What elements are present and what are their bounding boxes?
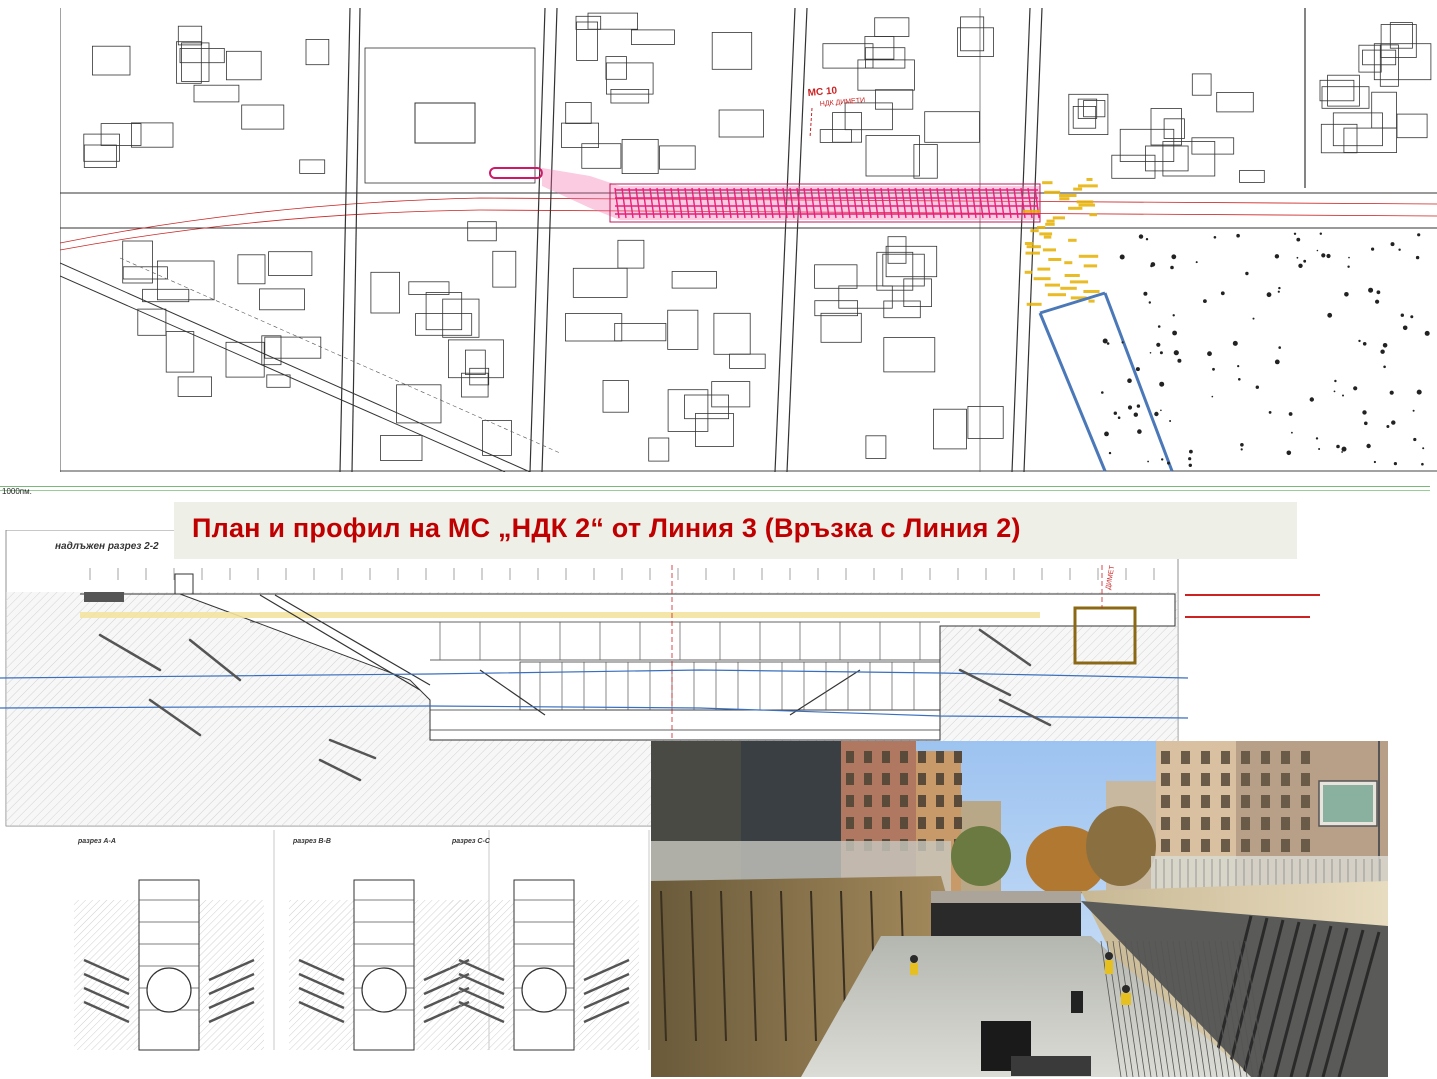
photo-svg [651,741,1388,1077]
cross-section-label-c: разрез С-С [452,838,490,845]
plan-drawing: МС 10 НДК ДИМЕТИ [60,8,1437,472]
cross-section-label-a: разрез А-А [78,838,116,845]
cross-section-label-b: разрез В-В [293,838,331,845]
title-box: План и профил на МС „НДК 2“ от Линия 3 (… [174,502,1297,559]
plan-svg: МС 10 НДК ДИМЕТИ [60,8,1437,472]
cross-sections [14,830,654,1060]
page-title: План и профил на МС „НДК 2“ от Линия 3 (… [192,513,1021,543]
construction-photo [651,741,1388,1077]
red-mark-1 [1185,594,1320,596]
cross-sections-svg [14,830,654,1060]
section-label: надлъжен разрез 2-2 [55,541,159,552]
separator-line [0,486,1430,487]
red-mark-2 [1185,616,1310,618]
scale-label: 1000пм. [2,487,32,496]
separator-line-2 [0,490,1430,491]
